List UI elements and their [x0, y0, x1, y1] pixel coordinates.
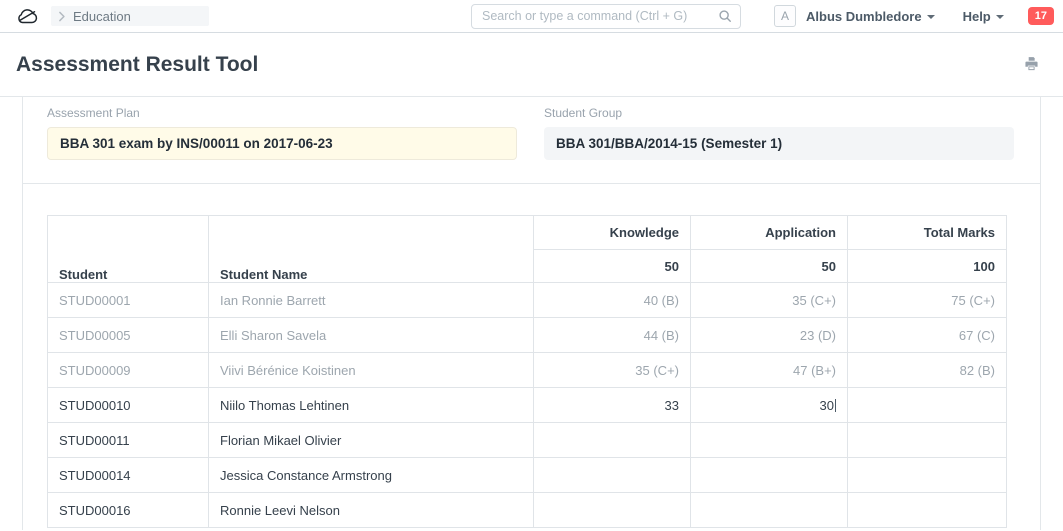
col-header-knowledge: Knowledge [534, 216, 691, 250]
student-name-cell: Ian Ronnie Barrett [209, 283, 534, 318]
application-cell: 35 (C+) [691, 283, 848, 318]
user-menu[interactable]: Albus Dumbledore [806, 9, 935, 24]
total-marks-cell [848, 493, 1007, 528]
student-id-cell: STUD00016 [48, 493, 209, 528]
navbar: Education A Albus Dumbledore Help 17 [0, 0, 1063, 33]
total-marks-cell: 82 (B) [848, 353, 1007, 388]
application-cell[interactable]: 30 [691, 388, 848, 423]
user-name-label: Albus Dumbledore [806, 9, 922, 24]
student-name-cell: Viivi Bérénice Koistinen [209, 353, 534, 388]
table-row: STUD00014 Jessica Constance Armstrong [48, 458, 1007, 493]
col-header-total-marks: Total Marks [848, 216, 1007, 250]
max-score-knowledge: 50 [534, 250, 691, 283]
total-marks-cell: 67 (C) [848, 318, 1007, 353]
help-menu[interactable]: Help [963, 9, 1004, 24]
assessment-plan-label: Assessment Plan [47, 106, 517, 120]
chevron-down-icon [996, 15, 1004, 19]
student-id-cell: STUD00010 [48, 388, 209, 423]
application-cell[interactable] [691, 458, 848, 493]
col-header-student: Student [48, 216, 209, 283]
app-logo-cloud-icon[interactable] [16, 8, 39, 25]
chevron-down-icon [927, 15, 935, 19]
breadcrumb-item-education[interactable]: Education [73, 9, 131, 24]
student-id-cell: STUD00005 [48, 318, 209, 353]
total-marks-cell: 75 (C+) [848, 283, 1007, 318]
knowledge-cell[interactable] [534, 458, 691, 493]
knowledge-cell: 44 (B) [534, 318, 691, 353]
student-name-cell: Jessica Constance Armstrong [209, 458, 534, 493]
student-name-cell: Ronnie Leevi Nelson [209, 493, 534, 528]
col-header-student-name: Student Name [209, 216, 534, 283]
student-id-cell: STUD00014 [48, 458, 209, 493]
table-row: STUD00005 Elli Sharon Savela 44 (B) 23 (… [48, 318, 1007, 353]
application-cell: 47 (B+) [691, 353, 848, 388]
text-cursor [835, 399, 836, 412]
global-search [471, 4, 741, 29]
table-row: STUD00011 Florian Mikael Olivier [48, 423, 1007, 458]
results-grid-section: Student Student Name Knowledge Applicati… [23, 184, 1040, 528]
breadcrumb: Education [51, 6, 209, 26]
avatar[interactable]: A [774, 5, 796, 27]
assessment-plan-field: Assessment Plan BBA 301 exam by INS/0001… [47, 106, 517, 183]
student-name-cell: Elli Sharon Savela [209, 318, 534, 353]
printer-icon [1024, 59, 1039, 74]
page-head: Assessment Result Tool [0, 33, 1063, 97]
table-row: STUD00016 Ronnie Leevi Nelson [48, 493, 1007, 528]
search-input[interactable] [471, 4, 741, 29]
student-id-cell: STUD00001 [48, 283, 209, 318]
student-id-cell: STUD00011 [48, 423, 209, 458]
application-value: 30 [820, 398, 834, 413]
application-cell[interactable] [691, 423, 848, 458]
total-marks-cell [848, 458, 1007, 493]
student-name-cell: Florian Mikael Olivier [209, 423, 534, 458]
max-score-application: 50 [691, 250, 848, 283]
table-row: STUD00009 Viivi Bérénice Koistinen 35 (C… [48, 353, 1007, 388]
print-button[interactable] [1024, 57, 1039, 71]
help-label: Help [963, 9, 991, 24]
application-cell[interactable] [691, 493, 848, 528]
knowledge-cell[interactable] [534, 423, 691, 458]
knowledge-cell[interactable] [534, 493, 691, 528]
results-table: Student Student Name Knowledge Applicati… [47, 215, 1007, 528]
knowledge-cell[interactable]: 33 [534, 388, 691, 423]
chevron-right-icon [55, 10, 68, 23]
table-row: STUD00010 Niilo Thomas Lehtinen 33 30 [48, 388, 1007, 423]
max-score-total: 100 [848, 250, 1007, 283]
assessment-plan-value[interactable]: BBA 301 exam by INS/00011 on 2017-06-23 [47, 127, 517, 160]
student-group-value[interactable]: BBA 301/BBA/2014-15 (Semester 1) [544, 127, 1014, 160]
notifications-badge[interactable]: 17 [1028, 7, 1054, 25]
knowledge-cell: 35 (C+) [534, 353, 691, 388]
student-name-cell: Niilo Thomas Lehtinen [209, 388, 534, 423]
knowledge-cell: 40 (B) [534, 283, 691, 318]
application-cell: 23 (D) [691, 318, 848, 353]
student-group-label: Student Group [544, 106, 1014, 120]
page-title: Assessment Result Tool [16, 53, 258, 77]
col-header-application: Application [691, 216, 848, 250]
knowledge-value: 33 [665, 398, 679, 413]
total-marks-cell [848, 423, 1007, 458]
table-row: STUD00001 Ian Ronnie Barrett 40 (B) 35 (… [48, 283, 1007, 318]
student-group-field: Student Group BBA 301/BBA/2014-15 (Semes… [544, 106, 1014, 183]
total-marks-cell [848, 388, 1007, 423]
form-container: Assessment Plan BBA 301 exam by INS/0001… [22, 97, 1041, 530]
student-id-cell: STUD00009 [48, 353, 209, 388]
filters-section: Assessment Plan BBA 301 exam by INS/0001… [23, 97, 1040, 184]
search-icon [718, 9, 732, 28]
